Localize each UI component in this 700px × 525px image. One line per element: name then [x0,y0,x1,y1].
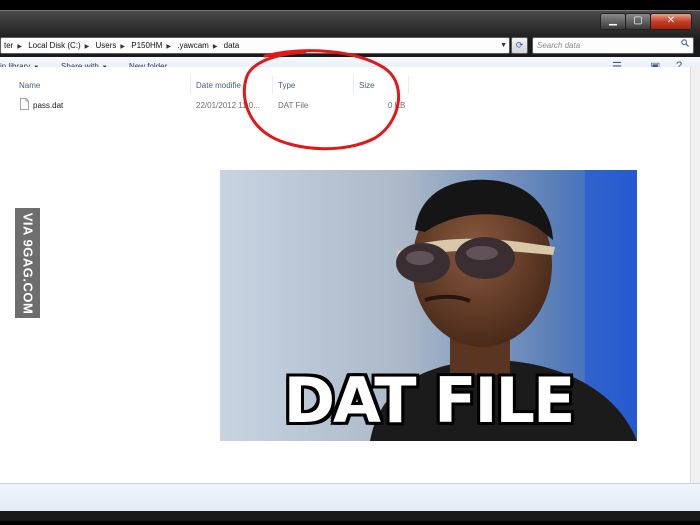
meme-image: DAT FILE [220,170,637,441]
minimize-button[interactable]: ▁ [600,13,626,30]
meme-caption: DAT FILE [283,364,576,437]
search-input[interactable]: Search data [532,37,694,54]
file-name: pass.dat [33,101,64,110]
red-annotation-circle [242,49,401,151]
chevron-right-icon[interactable]: ▶ [119,40,126,53]
vertical-scrollbar[interactable] [690,67,700,483]
breadcrumb-yawcam[interactable]: .yawcam [174,38,212,53]
breadcrumb-p150hm[interactable]: P150HM [128,38,165,53]
status-bar [0,483,700,511]
search-placeholder: Search data [537,41,581,50]
breadcrumb-part[interactable]: ter [1,38,16,53]
caption-buttons: ▁ ▢ ✕ [600,13,692,30]
refresh-icon: ⟳ [515,40,524,50]
breadcrumb-local-disk[interactable]: Local Disk (C:) [25,38,83,53]
column-divider[interactable] [408,76,409,94]
maximize-button[interactable]: ▢ [625,13,651,30]
chevron-right-icon[interactable]: ▶ [84,40,91,53]
breadcrumb-users[interactable]: Users [93,38,120,53]
column-divider[interactable] [190,76,191,94]
refresh-button[interactable]: ⟳ [511,37,528,54]
search-icon [681,39,689,47]
watermark-text: VIA 9GAG.COM [20,212,35,314]
column-header-name[interactable]: Name [19,81,40,90]
chevron-down-icon[interactable]: ▼ [500,38,507,53]
9gag-watermark: VIA 9GAG.COM [15,208,40,318]
chevron-right-icon[interactable]: ▶ [165,40,172,53]
close-button[interactable]: ✕ [650,13,692,30]
file-icon [20,98,29,110]
chevron-right-icon[interactable]: ▶ [212,40,219,53]
chevron-right-icon[interactable]: ▶ [16,40,23,53]
